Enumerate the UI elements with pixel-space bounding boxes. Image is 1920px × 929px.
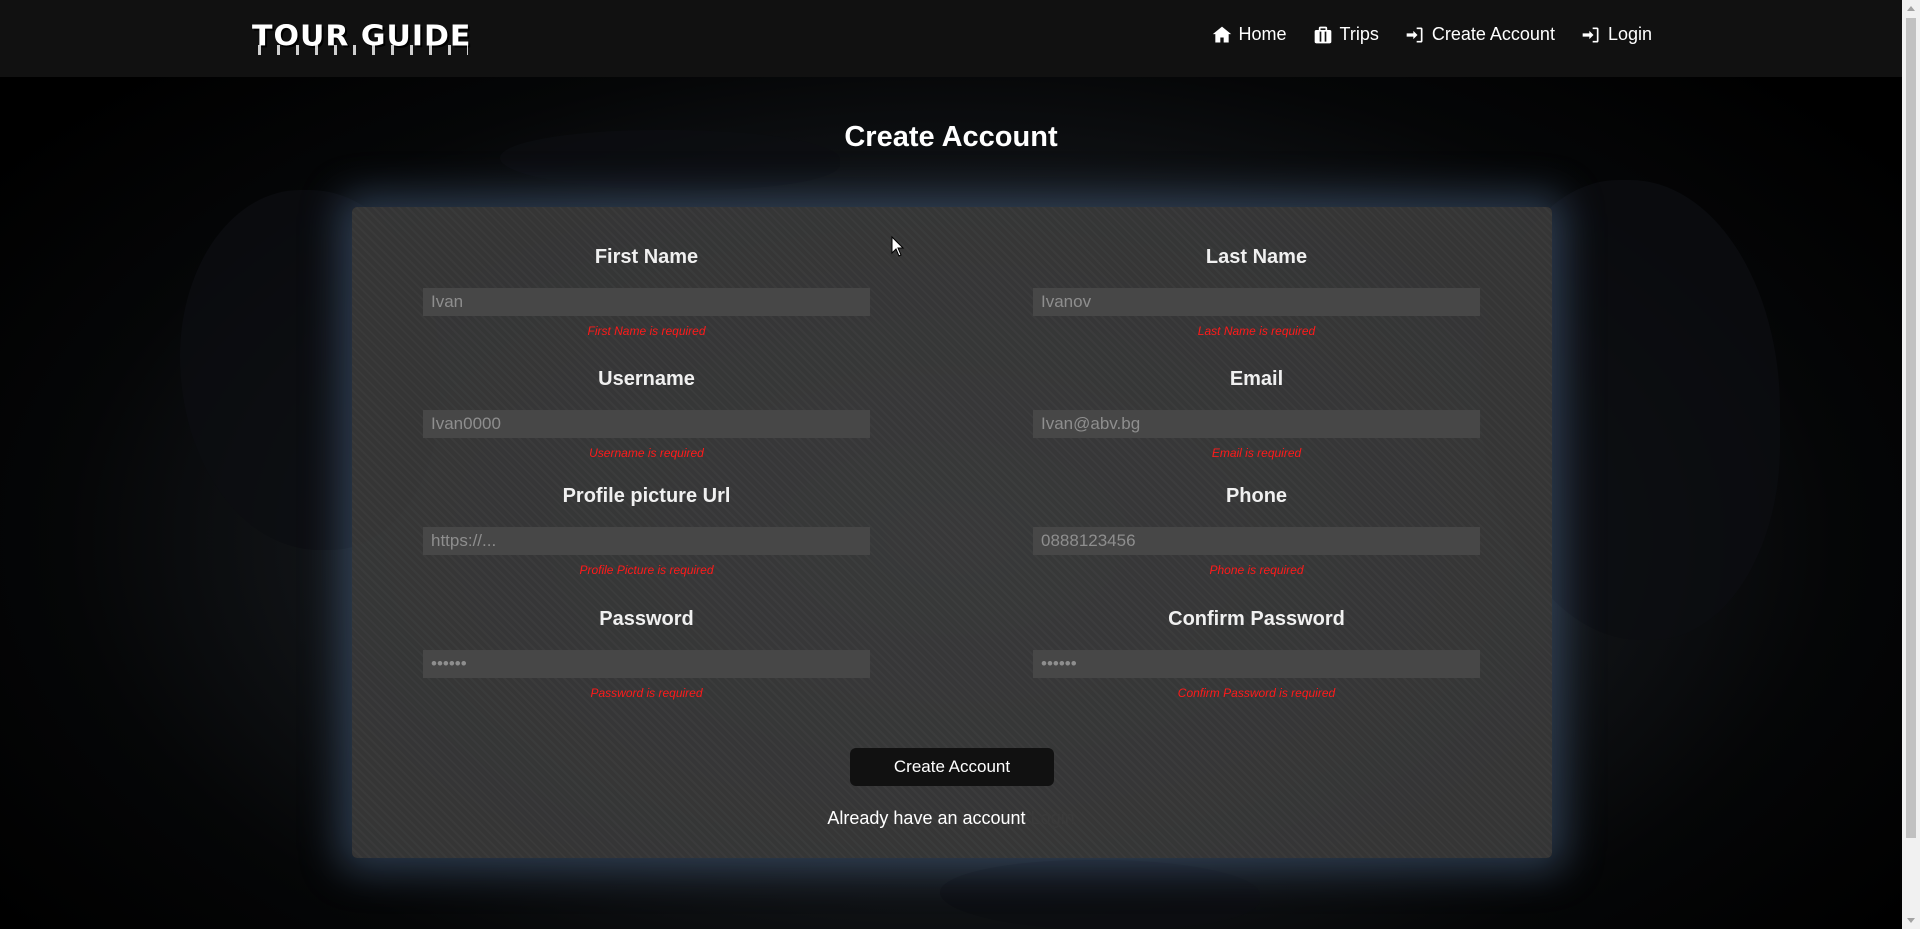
password-input[interactable] — [423, 650, 870, 678]
scrollbar-thumb[interactable] — [1906, 18, 1916, 838]
username-input[interactable] — [423, 410, 870, 438]
confirm-password-input[interactable] — [1033, 650, 1480, 678]
scroll-up-icon[interactable] — [1907, 6, 1915, 11]
password-error: Password is required — [590, 686, 703, 700]
email-group: Email Email is required — [1033, 368, 1480, 460]
logo-drip-decoration — [258, 45, 468, 55]
email-error: Email is required — [1211, 446, 1302, 460]
login-link[interactable]: Login — [1031, 808, 1075, 828]
first-name-error: First Name is required — [587, 324, 706, 338]
phone-error: Phone is required — [1209, 563, 1304, 577]
home-icon — [1212, 26, 1231, 42]
username-error: Username is required — [589, 446, 704, 460]
phone-label: Phone — [1225, 485, 1288, 507]
nav-link-login[interactable]: Login — [1581, 24, 1652, 45]
navbar: TOUR GUIDE Home Trips Create Account Log… — [0, 0, 1902, 77]
last-name-input[interactable] — [1033, 288, 1480, 316]
username-group: Username Username is required — [423, 368, 870, 460]
nav-link-label: Login — [1607, 24, 1652, 44]
nav-link-label: Trips — [1339, 24, 1379, 44]
phone-input[interactable] — [1033, 527, 1480, 555]
first-name-group: First Name First Name is required — [423, 246, 870, 338]
map-continent-shape — [940, 860, 1260, 929]
password-group: Password Password is required — [423, 608, 870, 700]
sign-in-icon — [1406, 27, 1423, 42]
confirm-password-error: Confirm Password is required — [1177, 686, 1336, 700]
profile-picture-label: Profile picture Url — [562, 485, 731, 507]
nav-link-create-account[interactable]: Create Account — [1405, 24, 1555, 45]
password-label: Password — [599, 608, 694, 630]
profile-picture-group: Profile picture Url Profile Picture is r… — [423, 485, 870, 577]
profile-picture-input[interactable] — [423, 527, 870, 555]
last-name-error: Last Name is required — [1197, 324, 1316, 338]
first-name-input[interactable] — [423, 288, 870, 316]
create-account-button[interactable]: Create Account — [850, 748, 1054, 786]
sign-in-icon — [1582, 27, 1599, 42]
page-title: Create Account — [844, 121, 1058, 153]
phone-group: Phone Phone is required — [1033, 485, 1480, 577]
username-label: Username — [598, 368, 695, 390]
email-input[interactable] — [1033, 410, 1480, 438]
last-name-label: Last Name — [1205, 246, 1308, 268]
scroll-down-icon[interactable] — [1907, 918, 1915, 923]
last-name-group: Last Name Last Name is required — [1033, 246, 1480, 338]
nav-link-label: Home — [1238, 24, 1287, 44]
confirm-password-group: Confirm Password Confirm Password is req… — [1033, 608, 1480, 700]
nav-link-home[interactable]: Home — [1212, 24, 1287, 45]
mouse-cursor-icon — [891, 236, 905, 257]
already-have-account: Already have an account Login — [0, 808, 1902, 829]
nav-link-label: Create Account — [1431, 24, 1555, 44]
email-label: Email — [1229, 368, 1284, 390]
profile-picture-error: Profile Picture is required — [579, 563, 714, 577]
confirm-password-label: Confirm Password — [1168, 608, 1345, 630]
page-scrollbar[interactable] — [1902, 0, 1920, 929]
suitcase-icon — [1314, 26, 1331, 43]
nav-menu: Home Trips Create Account Login — [1212, 24, 1652, 45]
already-have-account-text: Already have an account — [827, 808, 1026, 828]
nav-link-trips[interactable]: Trips — [1313, 24, 1379, 45]
first-name-label: First Name — [594, 246, 699, 268]
